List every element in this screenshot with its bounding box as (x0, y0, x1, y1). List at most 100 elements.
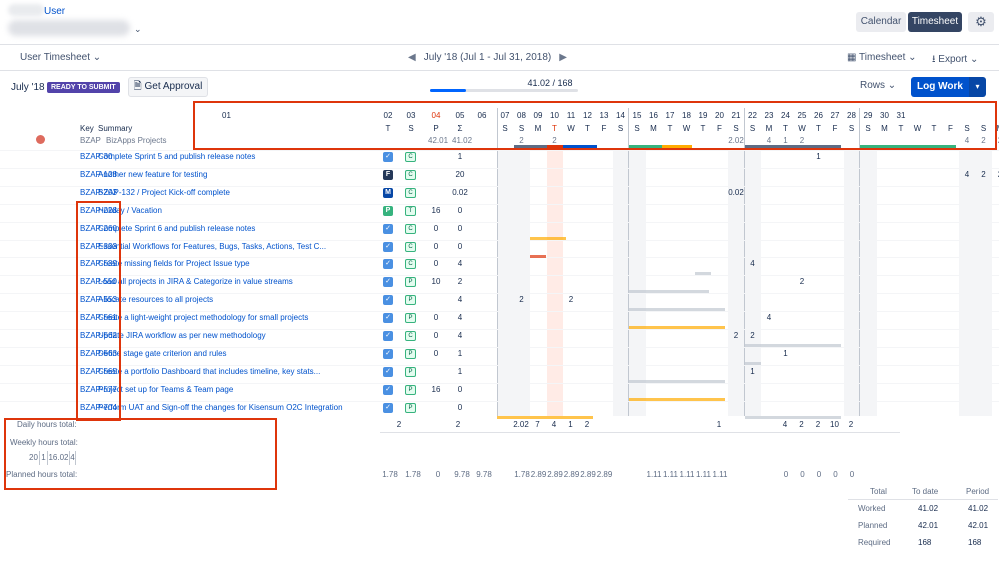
daily-total-underline (380, 432, 900, 433)
gear-icon[interactable]: ⚙ (968, 12, 994, 32)
day-hours-value[interactable]: 2 (745, 331, 761, 340)
weekend-column (629, 150, 646, 416)
day-hours-value[interactable]: 4 (761, 313, 777, 322)
issue-summary[interactable]: Create a light-weight project methodolog… (98, 313, 378, 322)
checkbox-icon[interactable]: ✓ (383, 348, 393, 359)
checkbox-icon[interactable]: ✓ (383, 402, 393, 413)
status-letter-badge: T (405, 205, 416, 216)
planned-value: 16 (431, 384, 441, 394)
summary-row-label: Planned (858, 521, 888, 530)
sum-value: 2 (457, 277, 463, 287)
user-link[interactable]: User (44, 6, 65, 17)
sum-value: 4 (457, 331, 463, 340)
issue-summary[interactable]: Update JIRA workflow as per new methodol… (98, 331, 378, 340)
row-divider (0, 150, 999, 151)
daily-total-value: 10 (830, 420, 839, 429)
task-timeline-bar (744, 344, 841, 347)
status-letter-badge: P (405, 366, 416, 377)
row-divider (0, 346, 999, 348)
daily-total-value: 4 (551, 420, 557, 429)
week-separator (497, 108, 498, 416)
planned-total-value: 2.89 (596, 470, 613, 479)
checkbox-icon[interactable]: ✓ (383, 295, 393, 306)
checkbox-icon[interactable]: ✓ (383, 366, 393, 377)
issue-summary[interactable]: Complete Sprint 6 and publish release no… (98, 224, 378, 233)
checkbox-icon[interactable]: ✓ (383, 152, 393, 162)
checkbox-icon[interactable]: ✓ (383, 259, 393, 270)
day-hours-value[interactable]: 4 (745, 259, 761, 268)
checkbox-icon[interactable]: ✓ (383, 313, 393, 324)
checkbox-icon[interactable]: ✓ (383, 241, 393, 252)
summary-period-value: 168 (968, 538, 982, 547)
day-hours-value[interactable]: 2 (992, 170, 999, 179)
day-hours-value[interactable]: 1 (811, 152, 827, 161)
day-hours-value[interactable]: 2 (563, 295, 579, 304)
issue-summary[interactable]: Create a portfolio Dashboard that includ… (98, 367, 378, 376)
issue-summary[interactable]: Essential Workflows for Features, Bugs, … (98, 242, 378, 251)
task-timeline-bar (497, 415, 593, 419)
user-timesheet-dropdown[interactable]: User Timesheet ⌄ (20, 52, 101, 63)
weekend-column (843, 150, 860, 416)
checkbox-icon[interactable]: ✓ (383, 277, 393, 288)
planned-total-value: 2.89 (547, 470, 563, 479)
status-letter-badge: P (405, 348, 416, 359)
sum-value: 1 (457, 366, 463, 376)
get-approval-button[interactable]: 🗎 Get Approval (128, 77, 208, 97)
issue-summary[interactable]: Create missing fields for Project Issue … (98, 259, 378, 268)
issue-summary[interactable]: Perform UAT and Sign-off the changes for… (98, 403, 378, 412)
day-hours-value[interactable]: 2 (976, 170, 992, 179)
issue-summary[interactable]: Allocate resources to all projects (98, 295, 378, 304)
issue-summary[interactable]: Load all projects in JIRA & Categorize i… (98, 277, 378, 286)
task-timeline-bar (530, 236, 566, 240)
day-hours-value[interactable]: 1 (745, 367, 761, 376)
issue-summary[interactable]: Project set up for Teams & Team page (98, 385, 378, 394)
planned-total-stat: 0 (435, 470, 441, 479)
daily-total-value: 1 (568, 420, 573, 429)
timesheet-view-button[interactable]: Timesheet (908, 12, 962, 32)
row-divider (0, 275, 999, 277)
log-work-button[interactable]: Log Work (911, 77, 969, 97)
issue-summary[interactable]: BZAP-132 / Project Kick-off complete (98, 188, 378, 197)
project-key[interactable]: BZAP (80, 136, 101, 145)
checkbox-icon[interactable]: ✓ (383, 331, 393, 341)
issue-summary[interactable]: Complete Sprint 5 and publish release no… (98, 152, 378, 161)
daily-total-p: 2 (455, 420, 461, 429)
planned-total-value: 1.11 (646, 470, 662, 479)
day-hours-value[interactable]: 0.02 (728, 188, 744, 197)
issue-summary[interactable]: Holiday / Vacation (98, 206, 378, 215)
checkbox-icon[interactable]: ✓ (383, 223, 393, 234)
rows-dropdown[interactable]: Rows ⌄ (860, 80, 896, 91)
blurred-user-name[interactable] (8, 20, 130, 36)
status-letter-badge: C (405, 152, 416, 162)
chevron-down-icon[interactable]: ⌄ (134, 24, 142, 35)
day-hours-value[interactable]: 2 (794, 277, 810, 286)
log-work-menu-icon[interactable]: ▾ (969, 77, 986, 97)
calendar-view-button[interactable]: Calendar (856, 12, 906, 32)
task-timeline-bar (629, 308, 725, 312)
day-hours-value[interactable]: 2 (514, 295, 530, 304)
export-dropdown[interactable]: ⭳ Export ⌄ (932, 52, 978, 69)
divider (0, 70, 999, 71)
status-letter-badge: C (405, 223, 416, 234)
sum-value: 4 (457, 259, 463, 269)
daily-total-value: 2.02 (513, 420, 529, 429)
checkbox-icon[interactable]: ✓ (383, 384, 393, 395)
user-timesheet-label: User Timesheet (20, 52, 91, 63)
weekend-column (513, 150, 530, 416)
sum-value: 0 (457, 205, 463, 215)
timesheet-dropdown[interactable]: ▦ Timesheet ⌄ (847, 52, 917, 63)
rows-label: Rows (860, 80, 886, 91)
planned-value: 0 (433, 241, 439, 251)
row-divider (0, 239, 999, 241)
prev-period-icon[interactable]: ◀ (408, 52, 416, 63)
status-letter-badge: P (405, 313, 416, 324)
issue-summary[interactable]: Define stage gate criterion and rules (98, 349, 378, 358)
day-hours-value[interactable]: 1 (778, 349, 794, 358)
issue-type-icon: P (383, 205, 393, 216)
next-period-icon[interactable]: ▶ (559, 52, 567, 63)
day-hours-value[interactable]: 2 (728, 331, 744, 340)
day-hours-value[interactable]: 4 (959, 170, 975, 179)
month-label: July '18 (11, 82, 45, 93)
week-separator (628, 108, 629, 416)
issue-summary[interactable]: Another new feature for testing (98, 170, 378, 179)
